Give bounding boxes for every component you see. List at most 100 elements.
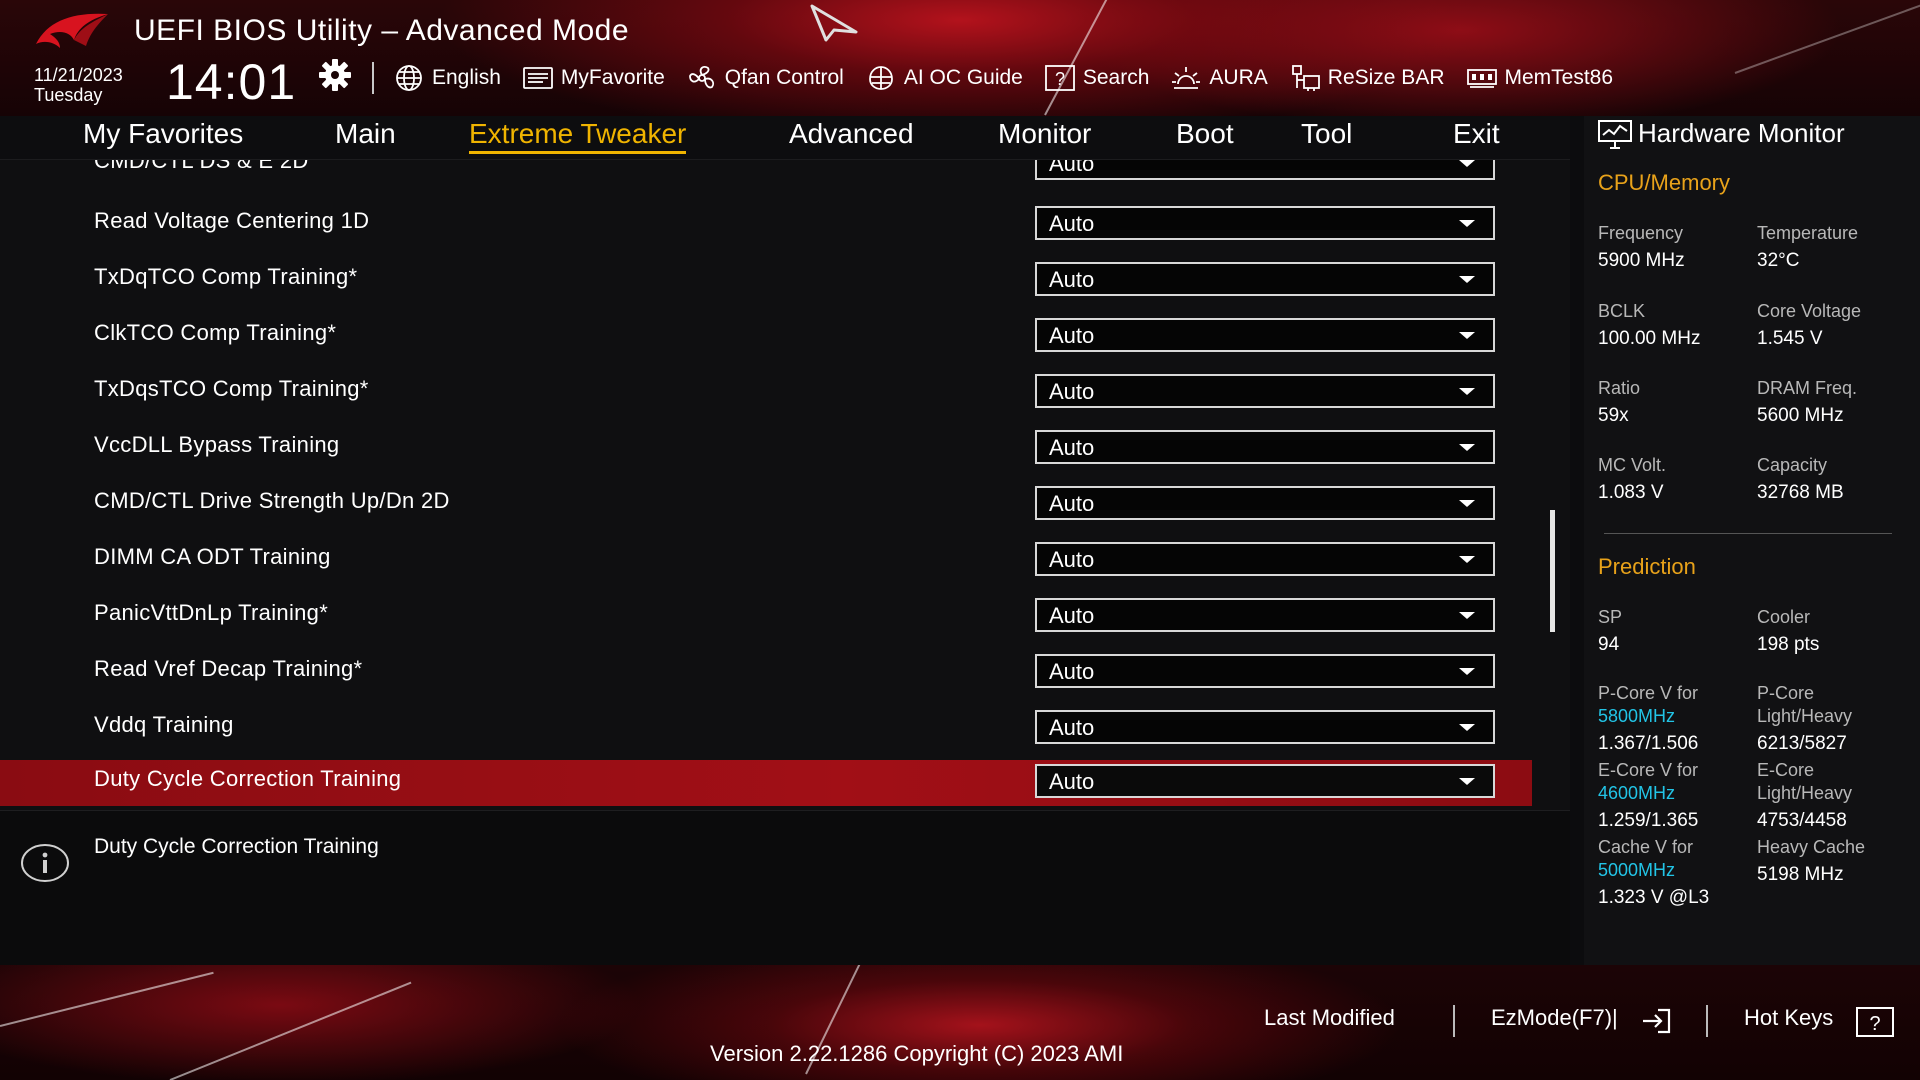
setting-dropdown[interactable]: Auto [1035, 542, 1495, 576]
resize-bar-icon [1290, 64, 1320, 92]
setting-row[interactable]: ClkTCO Comp Training* Auto [0, 314, 1532, 360]
ratio-value: 59x [1598, 405, 1629, 426]
memtest-icon [1466, 64, 1497, 92]
cooler-value: 198 pts [1757, 634, 1820, 655]
help-panel: Duty Cycle Correction Training [0, 810, 1570, 965]
tab-monitor[interactable]: Monitor [998, 118, 1091, 150]
setting-label: Duty Cycle Correction Training [94, 766, 402, 791]
mc-volt-value: 1.083 V [1598, 482, 1664, 503]
cache-v-frequency: 5000MHz [1598, 860, 1676, 880]
clock: 14:01 [166, 54, 297, 110]
tab-exit[interactable]: Exit [1453, 118, 1500, 150]
dropdown-value: Auto [1049, 603, 1095, 628]
setting-row[interactable]: DIMM CA ODT Training Auto [0, 538, 1532, 584]
ezmode-button[interactable]: EzMode(F7)| [1491, 1005, 1618, 1031]
setting-row[interactable]: TxDqsTCO Comp Training* Auto [0, 370, 1532, 416]
myfavorite-button[interactable]: MyFavorite [522, 64, 665, 92]
help-key-icon[interactable]: ? [1856, 1007, 1894, 1037]
chevron-down-icon [1459, 556, 1475, 563]
language-button[interactable]: English [394, 64, 501, 92]
aura-button[interactable]: AURA [1171, 64, 1268, 92]
setting-row[interactable]: TxDqTCO Comp Training* Auto [0, 258, 1532, 304]
version-text: Version 2.22.1286 Copyright (C) 2023 AMI [710, 1041, 1124, 1066]
fan-icon [687, 64, 717, 92]
setting-dropdown[interactable]: Auto [1035, 430, 1495, 464]
prediction-heading: Prediction [1598, 554, 1696, 579]
setting-label: Read Vref Decap Training* [94, 656, 363, 681]
header-divider [372, 62, 374, 94]
sp-value: 94 [1598, 634, 1620, 655]
resize-bar-button[interactable]: ReSize BAR [1290, 64, 1445, 92]
temperature-label: Temperature [1757, 223, 1859, 243]
setting-row[interactable]: PanicVttDnLp Training* Auto [0, 594, 1532, 640]
setting-row[interactable]: Vddq Training Auto [0, 706, 1532, 752]
sp-label: SP [1598, 607, 1623, 627]
chevron-down-icon [1459, 612, 1475, 619]
chevron-down-icon [1459, 444, 1475, 451]
scrollbar[interactable] [1550, 510, 1555, 632]
setting-dropdown[interactable]: Auto [1035, 262, 1495, 296]
dropdown-value: Auto [1049, 769, 1095, 794]
setting-dropdown[interactable]: Auto [1035, 598, 1495, 632]
setting-dropdown[interactable]: Auto [1035, 374, 1495, 408]
hot-keys-button[interactable]: Hot Keys [1744, 1005, 1833, 1031]
setting-label: TxDqTCO Comp Training* [94, 264, 358, 289]
dropdown-value: Auto [1049, 715, 1095, 740]
tab-my-favorites[interactable]: My Favorites [83, 118, 243, 150]
exit-arrow-icon [1643, 1008, 1671, 1034]
memtest86-button[interactable]: MemTest86 [1466, 64, 1614, 92]
decor-slash [0, 971, 214, 1027]
dropdown-value: Auto [1049, 547, 1095, 572]
tab-advanced[interactable]: Advanced [789, 118, 914, 150]
setting-row-selected[interactable]: Duty Cycle Correction Training Auto [0, 760, 1532, 806]
chevron-down-icon [1459, 276, 1475, 283]
ai-oc-guide-button[interactable]: AI OC Guide [866, 64, 1023, 92]
capacity-label: Capacity [1757, 455, 1828, 475]
chevron-down-icon [1459, 500, 1475, 507]
search-button[interactable]: ? Search [1044, 64, 1149, 92]
tab-boot[interactable]: Boot [1176, 118, 1234, 150]
chevron-down-icon [1459, 220, 1475, 227]
tab-tool[interactable]: Tool [1301, 118, 1352, 150]
ecore-lh-value: 4753/4458 [1757, 810, 1847, 831]
tab-extreme-tweaker[interactable]: Extreme Tweaker [469, 118, 687, 154]
setting-dropdown[interactable]: Auto [1035, 486, 1495, 520]
heavy-cache-label: Heavy Cache [1757, 837, 1866, 857]
setting-row[interactable]: VccDLL Bypass Training Auto [0, 426, 1532, 472]
setting-label: CMD/CTL DS & E 2D [94, 160, 309, 173]
ecore-lh-sublabel: Light/Heavy [1757, 783, 1853, 803]
last-modified-button[interactable]: Last Modified [1264, 1005, 1395, 1031]
setting-dropdown[interactable]: Auto [1035, 206, 1495, 240]
qfan-control-button[interactable]: Qfan Control [687, 64, 844, 92]
pcore-lh-sublabel: Light/Heavy [1757, 706, 1853, 726]
setting-dropdown[interactable]: Auto [1035, 160, 1495, 180]
gear-icon[interactable] [318, 58, 352, 92]
frequency-label: Frequency [1598, 223, 1684, 243]
title-bar: UEFI BIOS Utility – Advanced Mode 11/21/… [0, 0, 1920, 116]
myfavorite-label: MyFavorite [560, 66, 665, 89]
dropdown-value: Auto [1049, 211, 1095, 236]
dropdown-value: Auto [1049, 323, 1095, 348]
setting-label: CMD/CTL Drive Strength Up/Dn 2D [94, 488, 450, 513]
globe-icon [394, 64, 424, 92]
setting-label: VccDLL Bypass Training [94, 432, 340, 457]
memtest86-label: MemTest86 [1504, 66, 1614, 89]
chevron-down-icon [1459, 160, 1475, 167]
tab-main[interactable]: Main [335, 118, 396, 150]
help-search-icon: ? [1044, 64, 1075, 92]
setting-row[interactable]: CMD/CTL Drive Strength Up/Dn 2D Auto [0, 482, 1532, 528]
setting-dropdown[interactable]: Auto [1035, 318, 1495, 352]
cooler-label: Cooler [1757, 607, 1811, 627]
setting-row[interactable]: CMD/CTL DS & E 2D Auto [0, 160, 1532, 188]
setting-row[interactable]: Read Vref Decap Training* Auto [0, 650, 1532, 696]
setting-dropdown[interactable]: Auto [1035, 654, 1495, 688]
ecore-v-value: 1.259/1.365 [1598, 810, 1699, 831]
setting-dropdown[interactable]: Auto [1035, 710, 1495, 744]
bclk-label: BCLK [1598, 301, 1646, 321]
setting-dropdown[interactable]: Auto [1035, 764, 1495, 798]
temperature-value: 32°C [1757, 250, 1800, 271]
pcore-lh-label: P-Core [1757, 683, 1815, 703]
setting-label: Read Voltage Centering 1D [94, 208, 370, 233]
help-text: Duty Cycle Correction Training [94, 835, 379, 858]
setting-row[interactable]: Read Voltage Centering 1D Auto [0, 202, 1532, 248]
